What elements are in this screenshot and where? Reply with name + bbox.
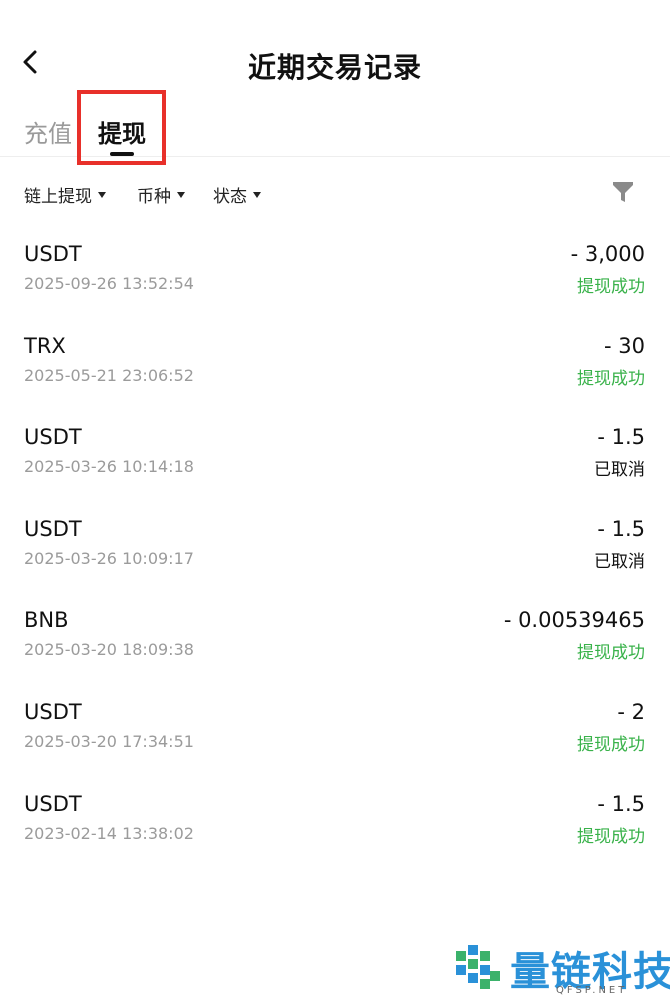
transaction-row[interactable]: USDT 2025-09-26 13:52:54 - 3,000 提现成功: [0, 232, 670, 324]
transaction-row[interactable]: BNB 2025-03-20 18:09:38 - 0.00539465 提现成功: [0, 598, 670, 690]
transaction-time: 2025-03-20 18:09:38: [24, 640, 194, 660]
transaction-time: 2025-03-26 10:14:18: [24, 457, 194, 477]
transaction-time: 2025-03-20 17:34:51: [24, 731, 194, 751]
transaction-status: 提现成功: [577, 643, 645, 664]
filter-status-label: 状态: [213, 187, 247, 207]
caret-down-icon: [98, 191, 106, 198]
transaction-time: 2025-03-26 10:09:17: [24, 548, 194, 568]
transaction-time: 2025-09-26 13:52:54: [24, 274, 194, 293]
transaction-coin: USDT: [24, 791, 82, 816]
filter-coin-label: 币种: [137, 187, 171, 207]
transaction-status: 提现成功: [577, 277, 645, 297]
filter-coin-dropdown[interactable]: 币种: [137, 182, 185, 207]
filter-type-label: 链上提现: [24, 187, 92, 207]
transaction-amount: - 1.5: [597, 791, 645, 816]
filter-status-dropdown[interactable]: 状态: [213, 182, 261, 207]
transaction-coin: BNB: [24, 608, 69, 633]
active-tab-indicator: [110, 152, 134, 156]
transaction-row[interactable]: TRX 2025-05-21 23:06:52 - 30 提现成功: [0, 324, 670, 416]
transaction-coin: TRX: [24, 333, 66, 358]
page-title: 近期交易记录: [247, 51, 422, 84]
transaction-status: 提现成功: [577, 826, 645, 847]
transaction-status: 提现成功: [577, 734, 645, 755]
transaction-coin: USDT: [24, 699, 82, 724]
transaction-row[interactable]: USDT 2025-03-26 10:09:17 - 1.5 已取消: [0, 507, 670, 599]
transaction-amount: - 2: [617, 699, 645, 724]
transaction-amount: - 1.5: [597, 425, 645, 450]
transaction-list: USDT 2025-09-26 13:52:54 - 3,000 提现成功 TRX 202…: [0, 232, 670, 873]
tab-deposit[interactable]: 充值: [24, 114, 72, 149]
filter-type-dropdown[interactable]: 链上提现: [24, 182, 106, 207]
tab-bar: 充值 提现: [0, 100, 670, 157]
filter-bar: 链上提现 币种 状态: [0, 172, 670, 212]
transaction-status: 已取消: [594, 460, 645, 481]
transaction-time: 2023-02-14 13:38:02: [24, 823, 194, 843]
funnel-icon[interactable]: [612, 180, 634, 204]
watermark: 量链科技 QFSP.NET: [452, 935, 670, 1000]
transaction-time: 2025-05-21 23:06:52: [24, 365, 194, 385]
caret-down-icon: [253, 191, 261, 198]
transaction-status: 提现成功: [577, 368, 645, 389]
transaction-amount: - 1.5: [597, 516, 645, 541]
transaction-amount: - 3,000: [570, 242, 645, 266]
transaction-amount: - 30: [604, 333, 645, 358]
transaction-coin: USDT: [24, 242, 82, 266]
transaction-status: 已取消: [594, 551, 645, 572]
transaction-coin: USDT: [24, 425, 82, 450]
transaction-row[interactable]: USDT 2025-03-20 17:34:51 - 2 提现成功: [0, 690, 670, 782]
transaction-coin: USDT: [24, 516, 82, 541]
watermark-subtext: QFSP.NET: [556, 985, 628, 996]
transaction-row[interactable]: USDT 2025-03-26 10:14:18 - 1.5 已取消: [0, 415, 670, 507]
caret-down-icon: [177, 191, 185, 198]
transaction-row[interactable]: USDT 2023-02-14 13:38:02 - 1.5 提现成功: [0, 782, 670, 874]
tab-withdraw[interactable]: 提现: [98, 114, 146, 149]
transaction-amount: - 0.00539465: [503, 608, 645, 633]
logo-icon: [456, 945, 500, 989]
